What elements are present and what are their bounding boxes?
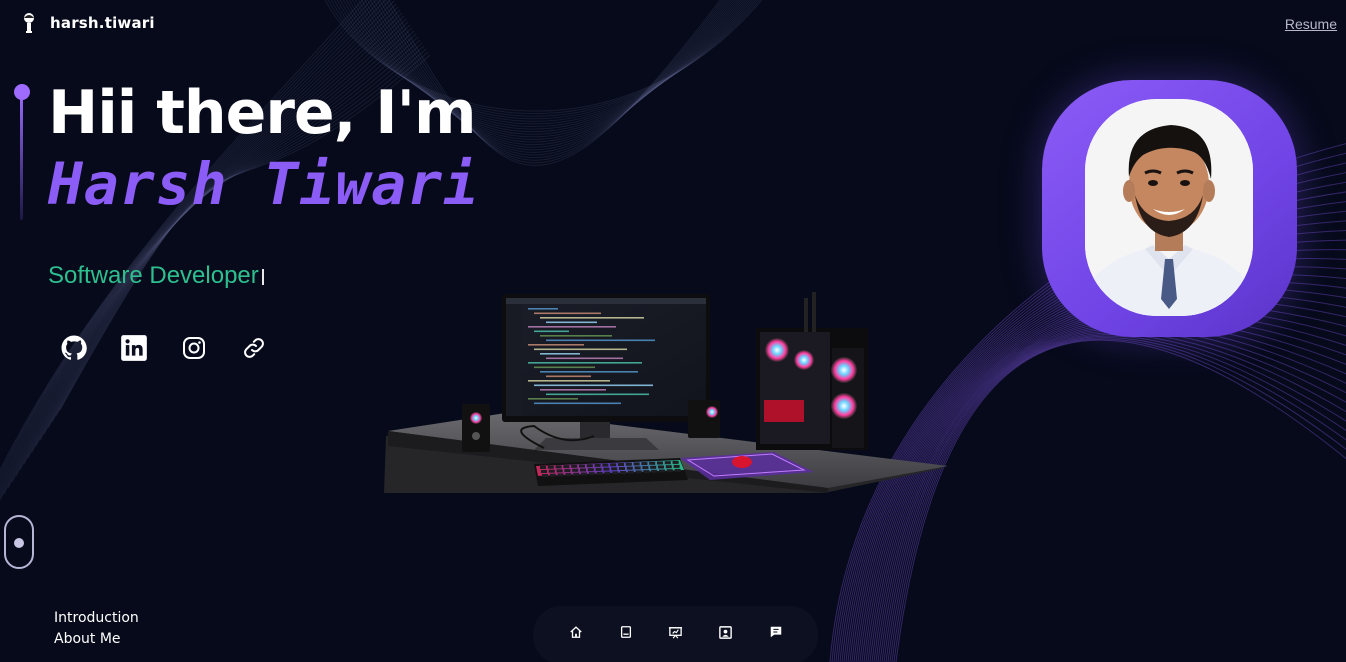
website-link[interactable] — [238, 332, 270, 364]
scroll-indicator-dot — [14, 538, 24, 548]
instagram-link[interactable] — [178, 332, 210, 364]
site-logo[interactable]: harsh.tiwari — [20, 12, 155, 34]
timeline-line — [20, 92, 23, 220]
hero-role: Software Developer — [48, 262, 259, 289]
hero-name: Harsh Tiwari — [48, 150, 480, 218]
section-nav: Introduction About Me — [54, 608, 139, 650]
message-icon — [770, 626, 781, 638]
dock-home-button[interactable] — [565, 621, 587, 643]
social-links — [58, 332, 270, 364]
desk-setup-illustration — [384, 292, 948, 493]
linkedin-icon — [121, 335, 147, 361]
hero-greeting: Hii there, I'm — [48, 78, 477, 148]
link-icon — [244, 338, 264, 358]
dock-book-button[interactable] — [615, 621, 637, 643]
profile-photo-card — [1042, 80, 1297, 337]
presentation-icon — [668, 626, 683, 638]
typing-cursor — [261, 269, 264, 285]
portrait-illustration — [1085, 99, 1253, 316]
github-icon — [61, 335, 87, 360]
instagram-icon — [183, 337, 205, 359]
profile-photo — [1085, 99, 1253, 316]
dock-contact-button[interactable] — [765, 621, 787, 643]
section-link-introduction[interactable]: Introduction — [54, 608, 139, 629]
dock-about-button[interactable] — [715, 621, 737, 643]
book-icon — [620, 626, 631, 638]
section-link-about-me[interactable]: About Me — [54, 629, 139, 650]
avatar-logo-icon — [24, 13, 34, 33]
bottom-nav-dock — [533, 606, 818, 662]
portfolio-page: harsh.tiwari Resume Hii there, I'm Harsh… — [0, 0, 1346, 662]
home-icon — [569, 626, 582, 638]
logo-text: harsh.tiwari — [50, 14, 155, 32]
linkedin-link[interactable] — [118, 332, 150, 364]
contact-card-icon — [719, 625, 732, 639]
resume-link[interactable]: Resume — [1285, 16, 1337, 32]
hero-role-line: Software Developer — [48, 262, 264, 290]
github-link[interactable] — [58, 332, 90, 364]
scroll-indicator[interactable] — [4, 515, 34, 569]
timeline-dot — [14, 84, 30, 100]
dock-projects-button[interactable] — [665, 621, 687, 643]
